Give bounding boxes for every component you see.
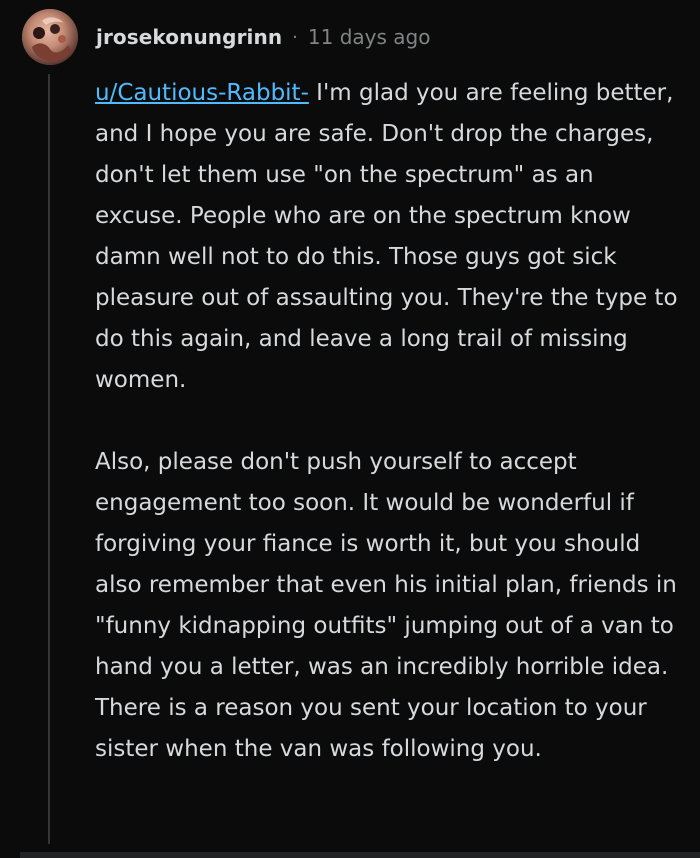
author-username[interactable]: jrosekonungrinn [96, 25, 282, 49]
paragraph-1-text: I'm glad you are feeling better, and I h… [95, 80, 678, 393]
avatar[interactable] [22, 9, 78, 65]
comment-paragraph-1: u/Cautious-Rabbit- I'm glad you are feel… [95, 73, 685, 401]
comment-header: jrosekonungrinn · 11 days ago [22, 8, 430, 66]
comment-paragraph-2: Also, please don't push yourself to acce… [95, 449, 677, 762]
comment-timestamp[interactable]: 11 days ago [308, 25, 431, 49]
header-separator: · [292, 26, 298, 48]
avatar-icon [22, 9, 78, 65]
comment-body: u/Cautious-Rabbit- I'm glad you are feel… [95, 73, 685, 770]
thread-collapse-line[interactable] [48, 74, 50, 844]
user-mention-link[interactable]: u/Cautious-Rabbit- [95, 80, 309, 106]
bottom-divider [20, 852, 700, 858]
comment: jrosekonungrinn · 11 days ago u/Cautious… [0, 0, 700, 858]
